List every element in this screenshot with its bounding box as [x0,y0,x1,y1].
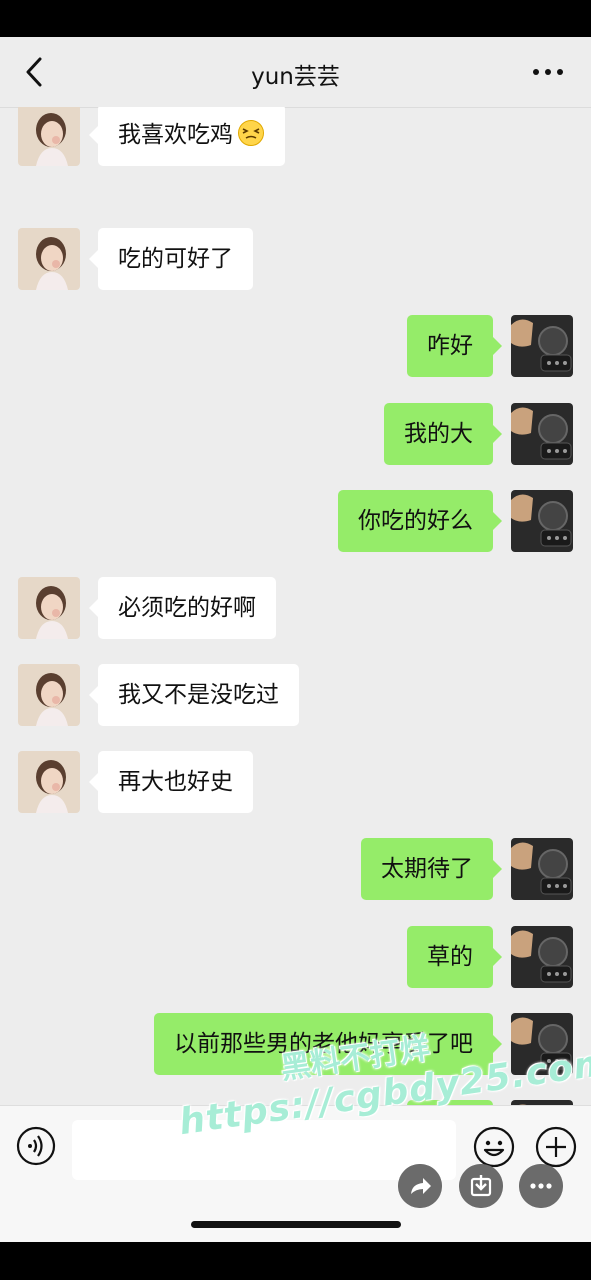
received-message-bubble[interactable]: 我又不是没吃过 [89,664,299,726]
contact-avatar[interactable] [18,228,80,290]
squinting-face-emoji-icon [238,119,264,146]
received-message-bubble[interactable]: 我喜欢吃鸡 [89,107,285,166]
user-avatar[interactable] [511,403,573,465]
chat-title: yun芸芸 [251,64,340,90]
user-avatar[interactable] [511,1013,573,1075]
message-row: 再大也好史 [0,751,591,813]
received-message-bubble[interactable]: 吃的可好了 [89,228,253,290]
more-actions-icon[interactable] [519,1164,563,1208]
contact-avatar[interactable] [18,664,80,726]
share-icon[interactable] [398,1164,442,1208]
download-icon[interactable] [459,1164,503,1208]
contact-avatar[interactable] [18,107,80,166]
contact-avatar[interactable] [18,577,80,639]
message-row: 吃的可好了 [0,228,591,290]
message-text: 必须吃的好啊 [118,595,256,621]
message-text: 我又不是没吃过 [118,682,279,708]
more-options-icon[interactable] [531,57,565,87]
message-text: 草的 [427,944,473,970]
message-row: 我又不是没吃过 [0,664,591,726]
chat-header: yun芸芸 [0,37,591,108]
sent-message-bubble[interactable]: 草的 [407,926,502,988]
message-row: 以前那些男的老他妈享受了吧 [0,1013,591,1075]
sent-message-bubble[interactable]: 你吃的好么 [338,490,502,552]
message-row: 你吃的好么 [0,490,591,552]
message-text: 吃的可好了 [118,246,233,272]
message-text: 你吃的好么 [358,508,473,534]
message-list[interactable]: 我喜欢吃鸡 吃的可好了 咋好 我的大 你吃的好么 必须吃的好啊 我又不是没吃过 … [0,107,591,1105]
sent-message-bubble[interactable]: 以前那些男的老他妈享受了吧 [154,1013,502,1075]
sent-message-bubble[interactable]: 我的大 [384,403,502,465]
message-text: 太期待了 [381,856,473,882]
user-avatar[interactable] [511,838,573,900]
received-message-bubble[interactable]: 再大也好史 [89,751,253,813]
message-row: 必须吃的好啊 [0,577,591,639]
contact-avatar[interactable] [18,751,80,813]
sent-message-bubble[interactable]: 咋好 [407,315,502,377]
message-row: 咋好 [0,315,591,377]
user-avatar[interactable] [511,315,573,377]
message-input[interactable] [72,1120,456,1180]
message-row: 太期待了 [0,838,591,900]
message-text: 我的大 [404,421,473,447]
received-message-bubble[interactable]: 必须吃的好啊 [89,577,276,639]
message-row: 我喜欢吃鸡 [0,107,591,166]
message-row: 草的 [0,926,591,988]
sent-message-bubble[interactable]: 太期待了 [361,838,502,900]
emoji-icon[interactable] [473,1126,515,1168]
user-avatar[interactable] [511,926,573,988]
message-text: 咋好 [427,333,473,359]
message-text: 以前那些男的老他妈享受了吧 [174,1031,473,1057]
voice-input-icon[interactable] [16,1126,56,1166]
message-text: 再大也好史 [118,769,233,795]
message-text: 我喜欢吃鸡 [118,122,233,148]
plus-icon[interactable] [535,1126,577,1168]
user-avatar[interactable] [511,490,573,552]
message-row: 我的大 [0,403,591,465]
chat-screen: yun芸芸 我喜欢吃鸡 吃的可好了 咋好 我的大 你吃的好么 必须吃的好啊 我又… [0,37,591,1242]
home-indicator[interactable] [191,1221,401,1228]
